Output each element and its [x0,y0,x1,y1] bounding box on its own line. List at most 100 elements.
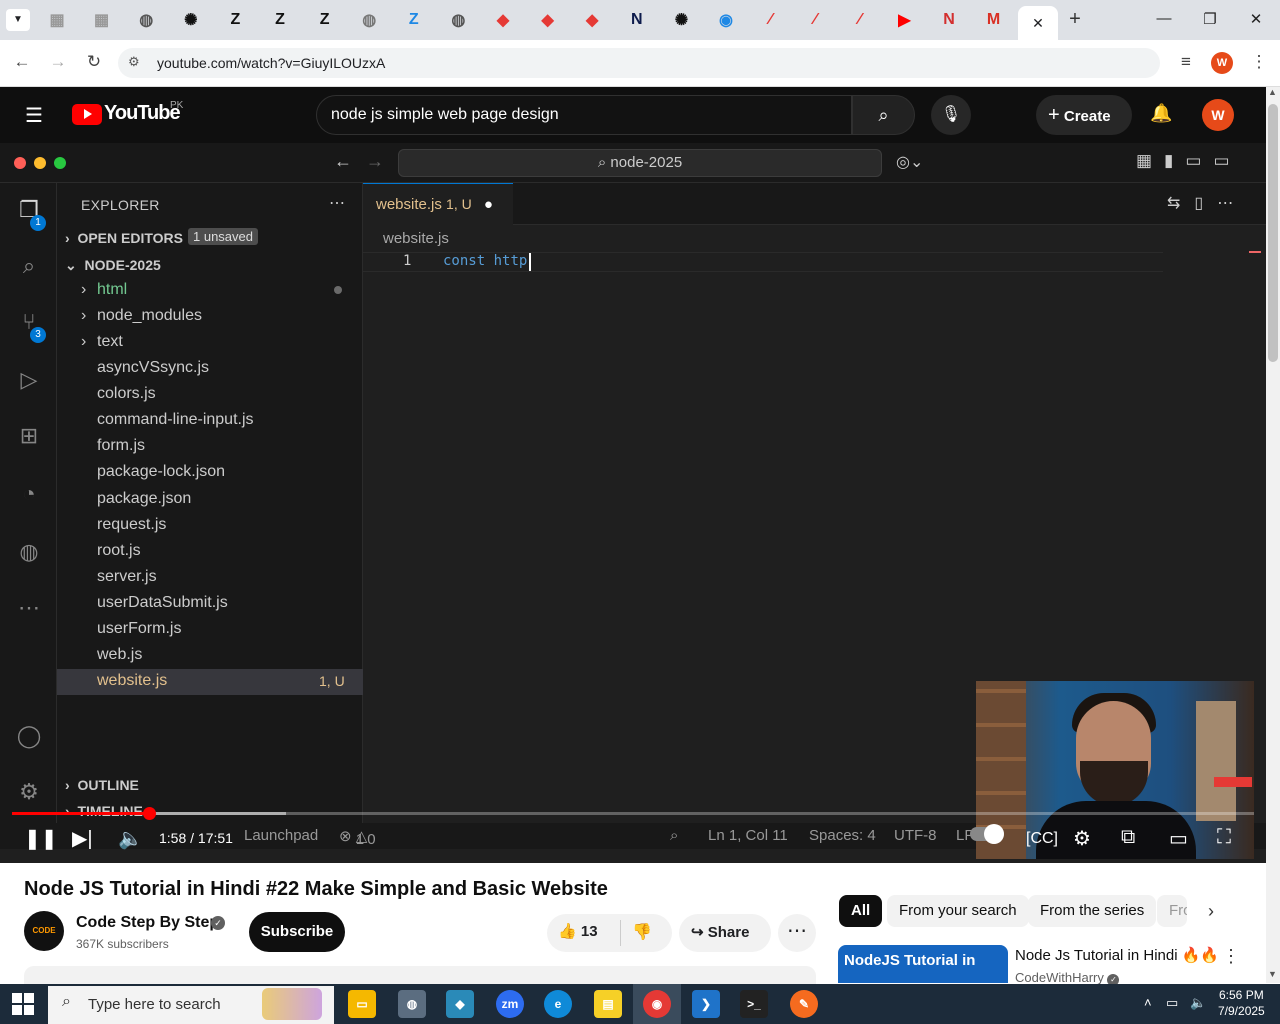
paint-icon[interactable]: ◍ [398,990,426,1018]
mac-minimize-dot [34,157,46,169]
share-button[interactable]: ↪ Share [679,914,771,952]
filter-chip[interactable]: From your search [887,895,1029,927]
recommendation-more-icon[interactable]: ⋮ [1222,946,1240,967]
media-control-icon[interactable]: ≡ [1175,52,1197,74]
like-button[interactable]: 👍 13 [558,922,598,940]
voice-search-button[interactable]: 🎙 [931,95,971,135]
app-icon[interactable]: ◆ [446,990,474,1018]
tab-page-icon[interactable]: ▦ [91,9,113,31]
tab-openai-icon[interactable]: ✺ [670,9,692,31]
chevron-right-icon[interactable]: › [1208,901,1214,922]
youtube-logo-text[interactable]: YouTube [104,102,181,125]
scrollbar-thumb[interactable] [1268,104,1278,362]
recommendation-thumbnail[interactable]: NodeJS Tutorial in [838,945,1008,983]
vscode-command-center: ⌕ node-2025 [398,149,882,177]
folder-name: text [97,333,123,350]
youtube-logo-icon[interactable] [72,104,102,125]
reload-button[interactable]: ↻ [83,52,105,74]
settings-button[interactable]: ⚙ [1073,826,1091,851]
network-icon[interactable]: ▭ [1166,995,1178,1011]
more-actions-button[interactable]: ⋯ [778,914,816,952]
tab-globe-icon[interactable]: ◍ [447,9,469,31]
tab-slash-icon[interactable]: ⁄ [804,9,826,31]
profile-avatar[interactable]: W [1211,52,1233,74]
tab-search-button[interactable]: ▼ [6,9,30,31]
channel-avatar[interactable]: CODE [24,911,64,951]
search-query[interactable]: node js simple web page design [331,106,559,124]
tab-z-icon[interactable]: Z [314,9,336,31]
timeline-section: › TIMELINE [65,803,143,819]
vscode-icon[interactable]: ❯ [692,990,720,1018]
forward-button[interactable]: → [47,52,69,74]
account-avatar[interactable]: W [1202,99,1234,131]
tab-tag-icon[interactable]: ◆ [581,9,603,31]
notifications-bell-icon[interactable]: 🔔 [1150,103,1172,124]
taskbar-time: 6:56 PM [1219,988,1264,1002]
progress-played [12,812,149,815]
progress-scrubber[interactable] [143,807,156,820]
tab-copilot-icon[interactable]: ◉ [715,9,737,31]
restore-button[interactable]: ❐ [1200,10,1220,30]
tab-globe-icon[interactable]: ◍ [358,9,380,31]
filter-chip[interactable]: All [839,895,883,927]
taskbar-date: 7/9/2025 [1218,1004,1265,1018]
scroll-up-icon[interactable]: ▲ [1268,87,1277,97]
tray-overflow-icon[interactable]: ˄ [1144,995,1152,1010]
edge-icon[interactable]: e [544,990,572,1018]
channel-name[interactable]: Code Step By Step [76,914,219,932]
tab-youtube-icon[interactable]: ▶ [893,9,915,31]
recommendation-title[interactable]: Node Js Tutorial in Hindi 🔥🔥 [1015,946,1219,964]
status-problems: ⊗ 1 △ 0 [339,828,376,848]
taskbar-clock[interactable]: 6:56 PM 7/9/2025 [1218,987,1265,1019]
captions-button[interactable]: [CC] [1026,830,1058,848]
subscribe-button[interactable]: Subscribe [249,912,345,952]
menu-icon[interactable]: ☰ [25,103,43,128]
terminal-icon[interactable]: >_ [740,990,768,1018]
windows-start-icon[interactable] [12,993,34,1015]
site-info-icon[interactable]: ⚙ [128,54,140,70]
postman-icon[interactable]: ✎ [790,990,818,1018]
tab-page-icon[interactable]: ▦ [46,9,68,31]
tab-tag-icon[interactable]: ◆ [537,9,559,31]
volume-button[interactable]: 🔈 [118,826,143,851]
close-tab-icon[interactable]: ✕ [1032,15,1044,32]
volume-icon[interactable]: 🔈 [1190,995,1206,1011]
tab-globe-icon[interactable]: ◍ [135,9,157,31]
file-explorer-icon[interactable]: ▭ [348,990,376,1018]
tab-slash-icon[interactable]: ⁄ [760,9,782,31]
scroll-down-icon[interactable]: ▼ [1268,969,1277,979]
tab-z-icon[interactable]: Z [224,9,246,31]
zoom-icon[interactable]: zm [496,990,524,1018]
pause-button[interactable]: ❚❚ [24,826,58,851]
url-text[interactable]: youtube.com/watch?v=GiuyILOUzxA [157,55,385,71]
video-time: 1:58 / 17:51 [159,830,233,846]
fullscreen-button[interactable]: ⛶ [1217,826,1231,849]
tab-gmail-icon[interactable]: M [983,9,1005,31]
page-icon: ▦ [94,12,110,29]
theater-mode-button[interactable]: ▭ [1169,826,1188,851]
description-box[interactable] [24,966,816,986]
next-button[interactable]: ▶| [72,826,93,851]
minimize-button[interactable]: — [1154,10,1174,30]
sticky-notes-icon[interactable]: ▤ [594,990,622,1018]
dislike-button[interactable]: 👎 [632,922,652,942]
tab-z-icon[interactable]: Z [403,9,425,31]
tab-openai-icon[interactable]: ✺ [180,9,202,31]
tab-n-icon[interactable]: N [938,9,960,31]
filter-chip[interactable]: Fro [1157,895,1187,927]
tab-slash-icon[interactable]: ⁄ [849,9,871,31]
tab-n-icon[interactable]: N [626,9,648,31]
tab-z-icon[interactable]: Z [269,9,291,31]
filter-chip[interactable]: From the series [1028,895,1157,927]
browser-menu-icon[interactable]: ⋮ [1248,52,1270,74]
search-button[interactable]: ⌕ [852,95,915,135]
chrome-icon[interactable]: ◉ [643,990,671,1018]
back-button[interactable]: ← [11,52,33,74]
tab-active[interactable]: ✕ [1018,6,1058,40]
tab-tag-icon[interactable]: ◆ [492,9,514,31]
miniplayer-button[interactable]: ⧉ [1121,826,1135,849]
create-button[interactable]: + Create [1036,95,1132,135]
close-window-button[interactable]: ✕ [1246,10,1266,30]
new-tab-button[interactable]: + [1064,9,1086,31]
autoplay-toggle[interactable] [970,824,1004,849]
